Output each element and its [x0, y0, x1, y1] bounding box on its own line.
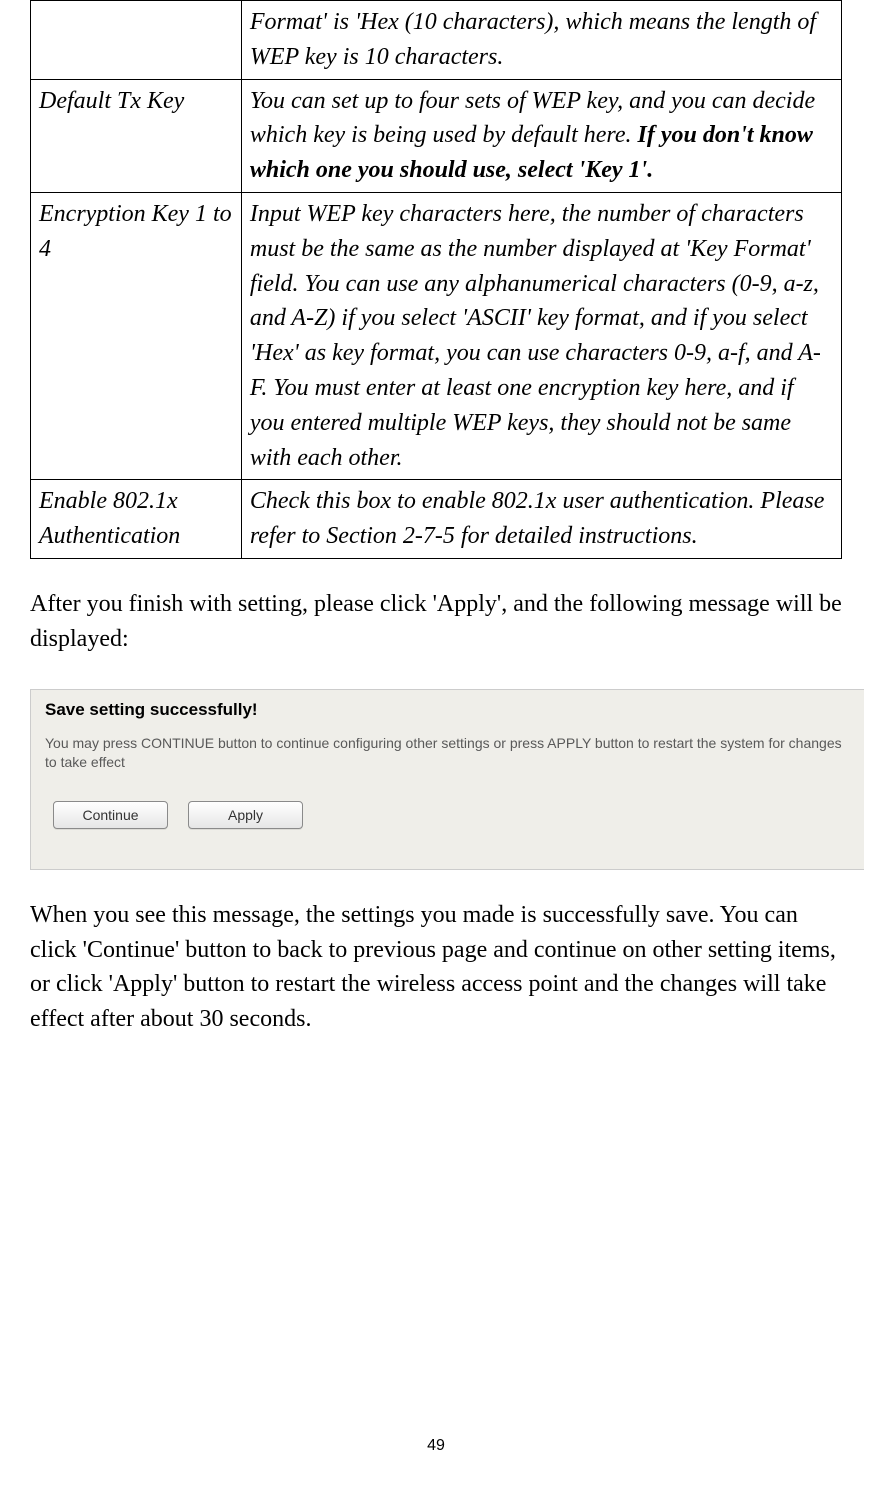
page-number: 49 [0, 1437, 872, 1455]
parameters-table: Format' is 'Hex (10 characters), which m… [30, 0, 842, 559]
paragraph-result-explanation: When you see this message, the settings … [30, 898, 842, 1037]
save-success-dialog: Save setting successfully! You may press… [30, 689, 864, 870]
continue-button[interactable]: Continue [53, 801, 168, 829]
param-label-cell: Encryption Key 1 to 4 [31, 192, 242, 479]
dialog-message: You may press CONTINUE button to continu… [45, 734, 854, 773]
paragraph-apply-instruction: After you finish with setting, please cl… [30, 587, 842, 657]
table-row: Enable 802.1x Authentication Check this … [31, 480, 842, 559]
param-desc-cell: Format' is 'Hex (10 characters), which m… [241, 1, 841, 80]
table-row: Default Tx Key You can set up to four se… [31, 79, 842, 192]
param-desc-cell: Check this box to enable 802.1x user aut… [241, 480, 841, 559]
param-label-cell: Default Tx Key [31, 79, 242, 192]
param-desc-cell: Input WEP key characters here, the numbe… [241, 192, 841, 479]
param-desc-text: Check this box to enable 802.1x user aut… [250, 488, 825, 549]
dialog-button-row: Continue Apply [45, 801, 854, 829]
param-desc-text: Input WEP key characters here, the numbe… [250, 201, 821, 471]
table-row: Format' is 'Hex (10 characters), which m… [31, 1, 842, 80]
apply-button[interactable]: Apply [188, 801, 303, 829]
table-row: Encryption Key 1 to 4 Input WEP key char… [31, 192, 842, 479]
param-desc-cell: You can set up to four sets of WEP key, … [241, 79, 841, 192]
param-label-cell [31, 1, 242, 80]
param-label-cell: Enable 802.1x Authentication [31, 480, 242, 559]
dialog-title: Save setting successfully! [45, 700, 854, 720]
param-desc-text: Format' is 'Hex (10 characters), which m… [250, 9, 816, 70]
